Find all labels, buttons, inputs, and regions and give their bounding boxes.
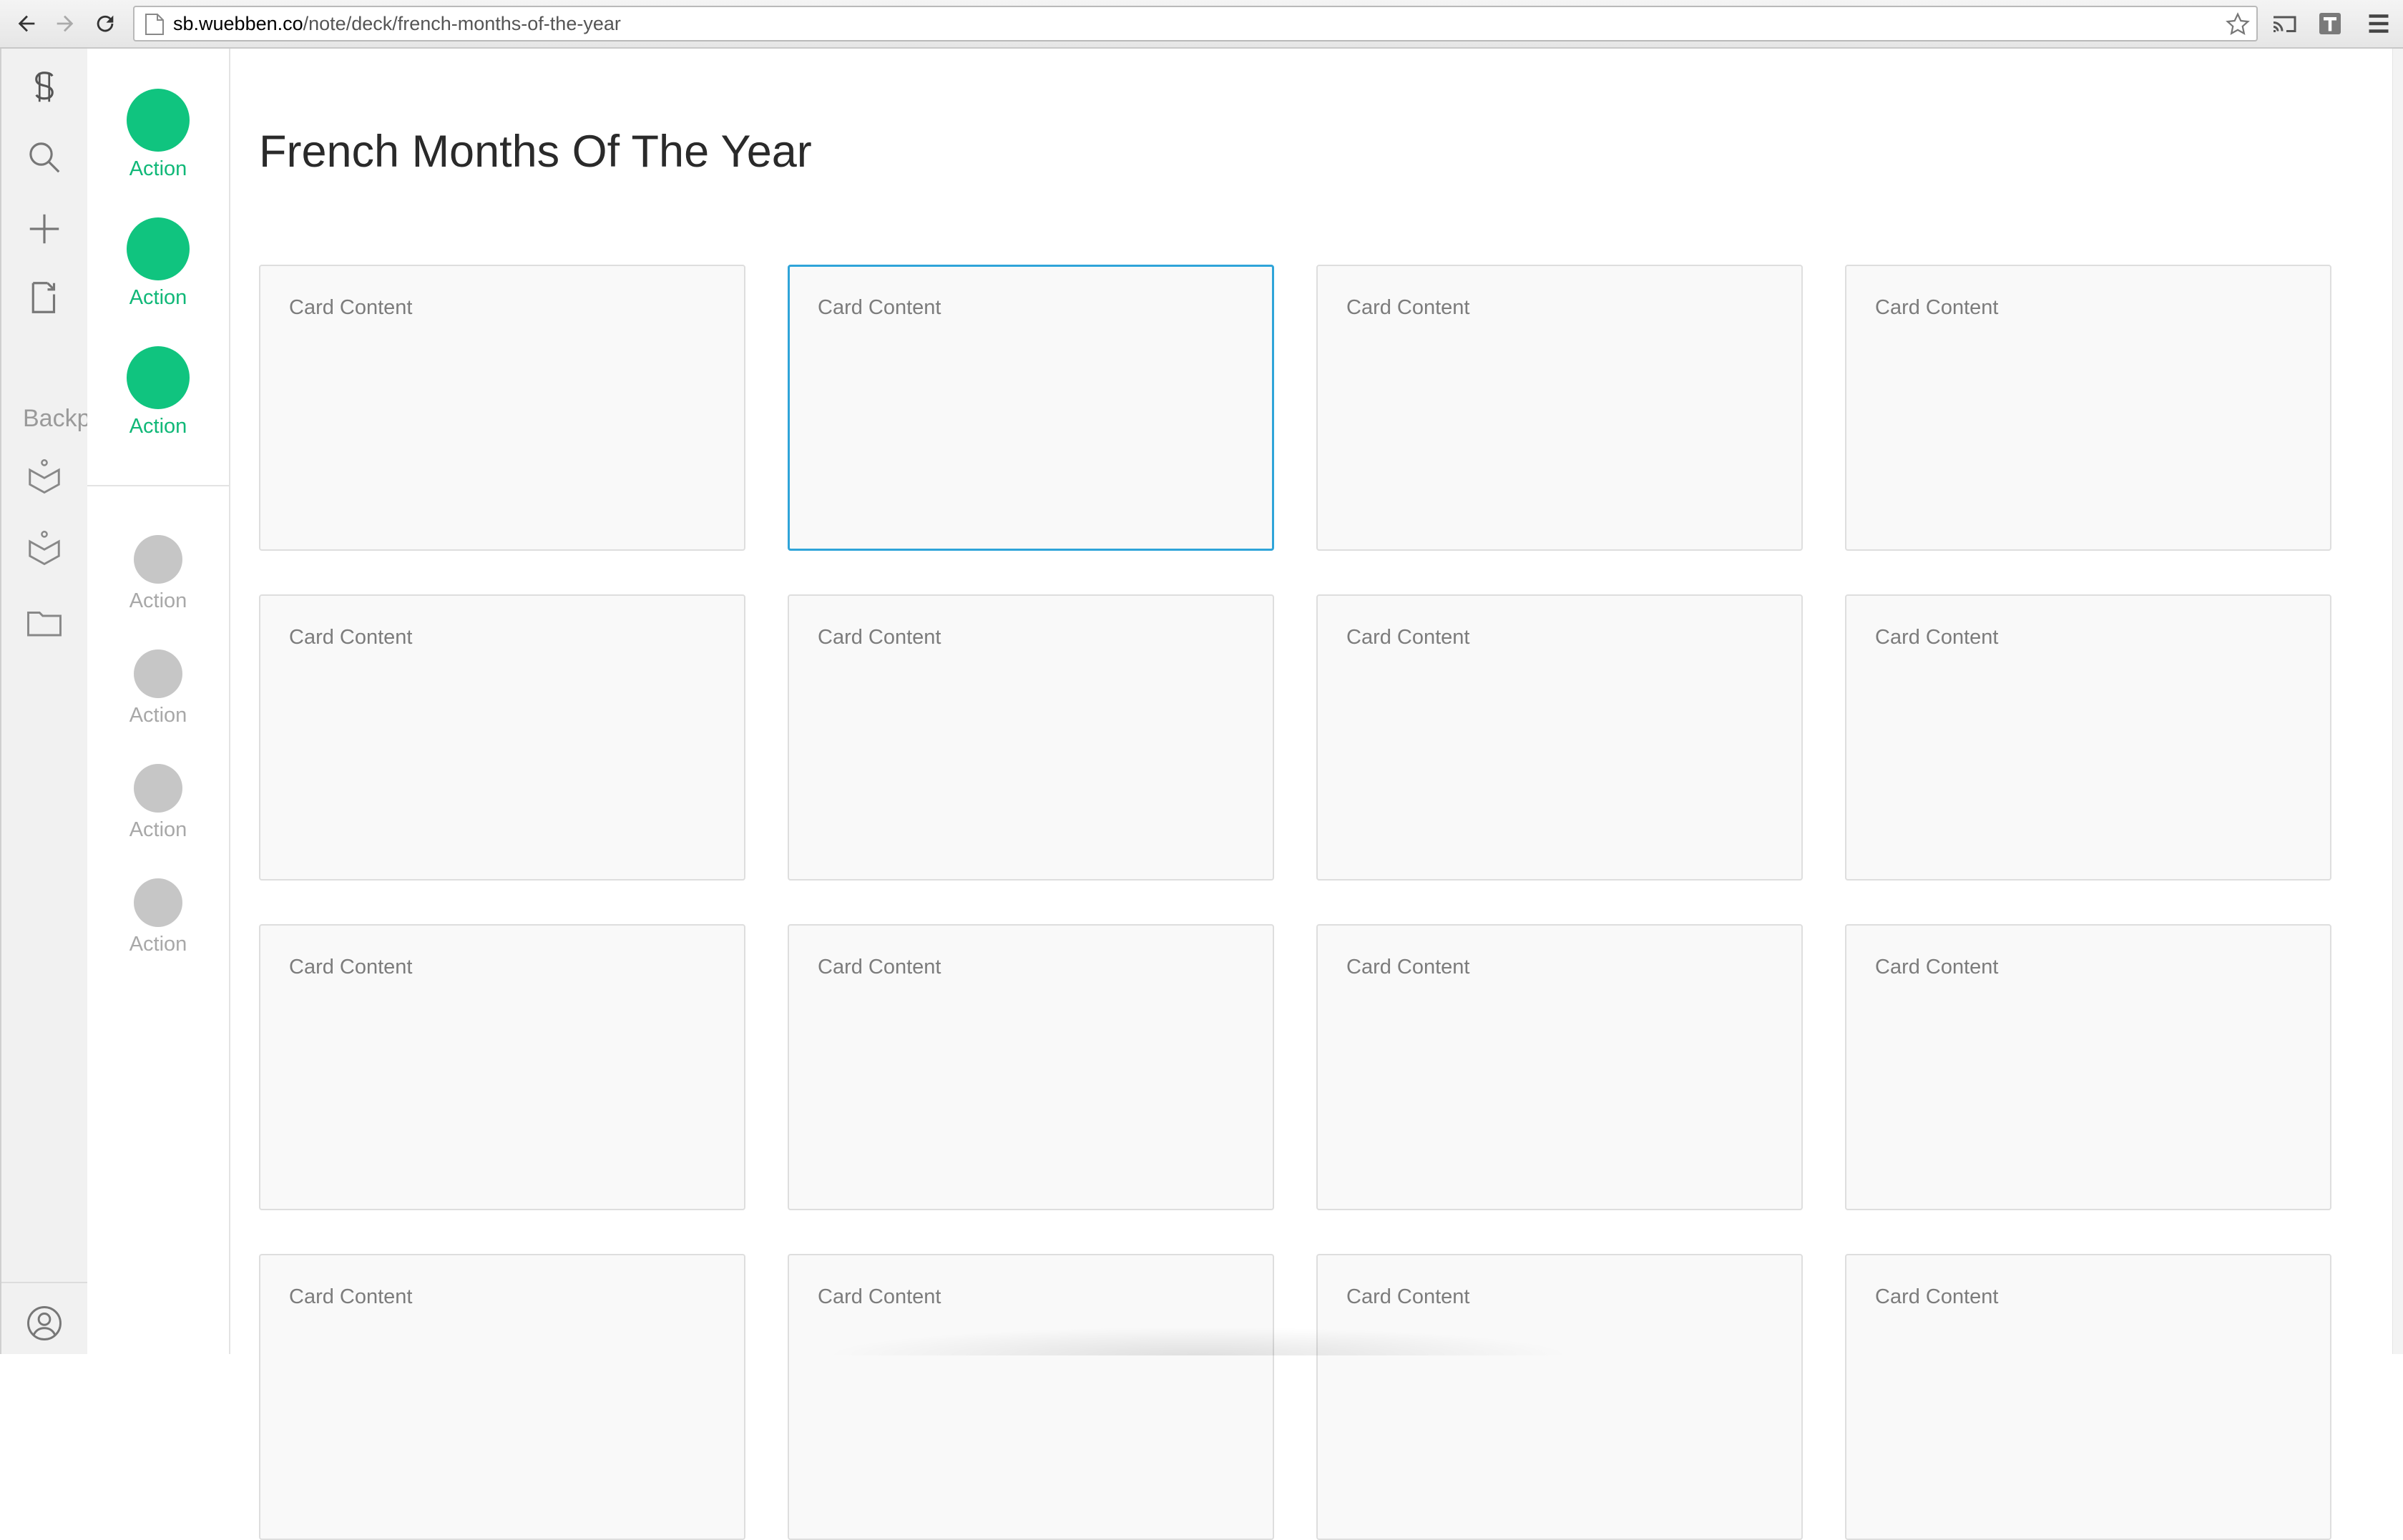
browser-toolbar: sb.wuebben.co/note/deck/french-months-of… (0, 0, 2403, 49)
card-content: Card Content (818, 956, 941, 979)
extension-t-icon[interactable] (2314, 7, 2346, 40)
action-label: Action (129, 589, 187, 612)
card[interactable]: Card Content (1845, 1254, 2331, 1540)
card-content: Card Content (289, 296, 413, 319)
secondary-action-button[interactable]: Action (87, 878, 229, 956)
action-label: Action (129, 157, 187, 180)
card[interactable]: Card Content (259, 1254, 745, 1540)
rail-divider (1, 1282, 87, 1283)
action-circle[interactable] (134, 878, 182, 927)
backpack-icon[interactable] (23, 455, 66, 498)
card[interactable]: Card Content (1316, 1254, 1803, 1540)
secondary-action-button[interactable]: Action (87, 535, 229, 613)
bookmark-star-icon[interactable] (2225, 11, 2251, 37)
logo-icon[interactable] (23, 66, 66, 109)
page-icon (145, 14, 164, 35)
card-content: Card Content (1875, 296, 1999, 319)
card-content: Card Content (818, 626, 941, 649)
action-circle[interactable] (134, 764, 182, 813)
plus-icon[interactable] (23, 207, 66, 250)
back-arrow-icon[interactable] (10, 7, 43, 40)
card[interactable]: Card Content (1845, 265, 2331, 551)
action-circle[interactable] (127, 217, 190, 280)
card-content: Card Content (818, 1285, 941, 1308)
url-domain: sb.wuebben.co (173, 13, 303, 34)
card[interactable]: Card Content (259, 265, 745, 551)
card-content: Card Content (1875, 956, 1999, 979)
action-circle[interactable] (127, 346, 190, 409)
primary-action-button[interactable]: Action (87, 217, 229, 310)
card-content: Card Content (1346, 296, 1470, 319)
url-text: sb.wuebben.co/note/deck/french-months-of… (173, 7, 621, 40)
user-profile-icon[interactable] (23, 1302, 66, 1345)
floating-shadow (823, 1327, 1574, 1355)
folder-icon[interactable] (23, 601, 66, 644)
card-content: Card Content (1875, 626, 1999, 649)
action-circle[interactable] (134, 649, 182, 698)
action-label: Action (129, 933, 187, 956)
card-content: Card Content (289, 956, 413, 979)
reload-icon[interactable] (89, 7, 122, 40)
card[interactable]: Card Content (1316, 265, 1803, 551)
address-bar[interactable]: sb.wuebben.co/note/deck/french-months-of… (133, 6, 2258, 41)
card[interactable]: Card Content (1316, 924, 1803, 1210)
action-label: Action (129, 704, 187, 727)
card-selected[interactable]: Card Content (788, 265, 1274, 551)
page-title: French Months Of The Year (259, 127, 812, 177)
action-label: Action (129, 818, 187, 841)
card-content: Card Content (1346, 956, 1470, 979)
card[interactable]: Card Content (1845, 594, 2331, 881)
card[interactable]: Card Content (788, 924, 1274, 1210)
secondary-action-button[interactable]: Action (87, 649, 229, 727)
card[interactable]: Card Content (788, 594, 1274, 881)
backpack-icon[interactable] (23, 526, 66, 569)
action-divider (87, 485, 229, 486)
url-path: /note/deck/french-months-of-the-year (303, 13, 621, 34)
action-circle[interactable] (134, 535, 182, 584)
card-content: Card Content (289, 626, 413, 649)
backpack-label: Backp (23, 405, 87, 432)
search-icon[interactable] (23, 136, 66, 179)
card-content: Card Content (1346, 1285, 1470, 1308)
document-export-icon[interactable] (23, 276, 66, 319)
action-column: Action Action Action Action Action Actio… (87, 49, 230, 1354)
secondary-action-button[interactable]: Action (87, 764, 229, 842)
card[interactable]: Card Content (788, 1254, 1274, 1540)
card-content: Card Content (818, 296, 941, 319)
cast-icon[interactable] (2268, 7, 2301, 40)
primary-action-button[interactable]: Action (87, 89, 229, 181)
forward-arrow-icon[interactable] (49, 7, 82, 40)
action-label: Action (129, 286, 187, 309)
primary-action-button[interactable]: Action (87, 346, 229, 438)
card-content: Card Content (1875, 1285, 1999, 1308)
menu-icon[interactable] (2362, 7, 2395, 40)
card[interactable]: Card Content (259, 594, 745, 881)
action-circle[interactable] (127, 89, 190, 152)
card-content: Card Content (1346, 626, 1470, 649)
card[interactable]: Card Content (259, 924, 745, 1210)
scrollbar[interactable] (2392, 49, 2403, 1354)
card[interactable]: Card Content (1845, 924, 2331, 1210)
action-label: Action (129, 415, 187, 438)
card[interactable]: Card Content (1316, 594, 1803, 881)
card-content: Card Content (289, 1285, 413, 1308)
left-icon-rail: Backp (0, 49, 87, 1354)
